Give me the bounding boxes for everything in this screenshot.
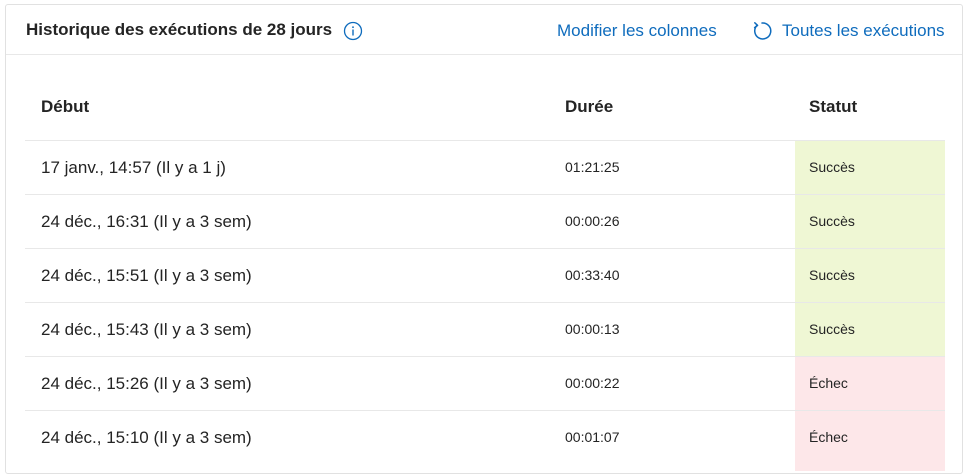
run-start-cell: 24 déc., 15:26 (Il y a 3 sem): [41, 374, 252, 393]
card-title: Historique des exécutions de 28 jours: [26, 20, 333, 39]
run-history-card: Historique des exécutions de 28 jours Mo…: [5, 4, 963, 474]
run-start-cell: 24 déc., 15:43 (Il y a 3 sem): [41, 320, 252, 339]
column-header-duration[interactable]: Durée: [565, 97, 613, 117]
run-duration-cell: 00:00:26: [565, 213, 620, 229]
run-duration-cell: 00:00:22: [565, 375, 620, 391]
run-status-cell: Succès: [795, 303, 945, 356]
run-duration-cell: 00:00:13: [565, 321, 620, 337]
run-duration-cell: 01:21:25: [565, 159, 620, 175]
table-row[interactable]: 24 déc., 15:26 (Il y a 3 sem) 00:00:22 É…: [25, 357, 945, 411]
run-status-cell: Succès: [795, 195, 945, 248]
run-duration-cell: 00:33:40: [565, 267, 620, 283]
info-icon[interactable]: [343, 21, 363, 41]
run-history-table: Début Durée Statut 17 janv., 14:57 (Il y…: [25, 80, 945, 471]
column-header-status[interactable]: Statut: [809, 97, 857, 117]
run-status-cell: Succès: [795, 249, 945, 302]
table-row[interactable]: 17 janv., 14:57 (Il y a 1 j) 01:21:25 Su…: [25, 141, 945, 195]
refresh-icon[interactable]: [751, 20, 773, 42]
run-start-cell: 24 déc., 16:31 (Il y a 3 sem): [41, 212, 252, 231]
run-status-cell: Succès: [795, 141, 945, 194]
run-status-cell: Échec: [795, 411, 945, 471]
table-row[interactable]: 24 déc., 15:10 (Il y a 3 sem) 00:01:07 É…: [25, 411, 945, 471]
run-start-cell: 17 janv., 14:57 (Il y a 1 j): [41, 158, 226, 177]
run-status-cell: Échec: [795, 357, 945, 410]
table-row[interactable]: 24 déc., 16:31 (Il y a 3 sem) 00:00:26 S…: [25, 195, 945, 249]
edit-columns-link[interactable]: Modifier les colonnes: [557, 21, 717, 41]
table-row[interactable]: 24 déc., 15:51 (Il y a 3 sem) 00:33:40 S…: [25, 249, 945, 303]
run-duration-cell: 00:01:07: [565, 429, 620, 445]
card-header: Historique des exécutions de 28 jours Mo…: [6, 5, 962, 55]
table-row[interactable]: 24 déc., 15:43 (Il y a 3 sem) 00:00:13 S…: [25, 303, 945, 357]
run-start-cell: 24 déc., 15:51 (Il y a 3 sem): [41, 266, 252, 285]
table-header-row: Début Durée Statut: [25, 80, 945, 141]
column-header-start[interactable]: Début: [41, 97, 89, 117]
run-start-cell: 24 déc., 15:10 (Il y a 3 sem): [41, 428, 252, 447]
all-runs-link[interactable]: Toutes les exécutions: [782, 21, 945, 41]
